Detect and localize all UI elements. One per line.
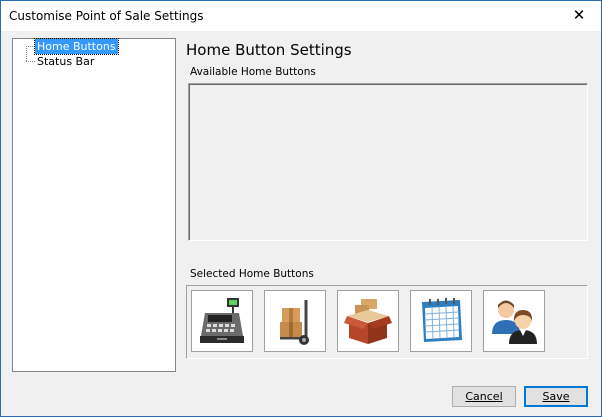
home-button-tile[interactable] — [264, 290, 326, 352]
cancel-button[interactable]: Cancel — [452, 386, 516, 407]
hand-truck-boxes-icon — [280, 300, 309, 345]
settings-dialog: Customise Point of Sale Settings ✕ Home … — [0, 0, 602, 417]
settings-tree[interactable]: Home Buttons Status Bar — [12, 38, 176, 372]
calendar-icon — [422, 298, 462, 342]
customers-icon — [492, 300, 537, 344]
home-button-tile[interactable] — [337, 290, 399, 352]
cancel-button-label: Cancel — [465, 390, 503, 403]
window-title: Customise Point of Sale Settings — [9, 9, 204, 23]
available-buttons-label: Available Home Buttons — [190, 66, 316, 78]
save-button[interactable]: Save — [524, 386, 588, 407]
tree-connector — [26, 61, 35, 62]
home-button-tile[interactable] — [483, 290, 545, 352]
open-box-icon — [344, 299, 392, 344]
close-icon[interactable]: ✕ — [557, 1, 601, 31]
title-bar: Customise Point of Sale Settings ✕ — [1, 1, 601, 31]
tree-item-label: Status Bar — [37, 55, 95, 68]
tree-item-label: Home Buttons — [34, 38, 119, 55]
cash-register-icon — [200, 298, 244, 343]
save-button-label: Save — [542, 390, 570, 403]
available-buttons-panel[interactable] — [188, 83, 588, 241]
tree-connector — [26, 46, 27, 61]
tree-connector — [26, 46, 35, 47]
home-button-tile[interactable] — [410, 290, 472, 352]
selected-buttons-label: Selected Home Buttons — [190, 268, 314, 280]
page-title: Home Button Settings — [186, 41, 352, 59]
home-button-tile[interactable] — [191, 290, 253, 352]
selected-buttons-panel — [186, 285, 588, 359]
